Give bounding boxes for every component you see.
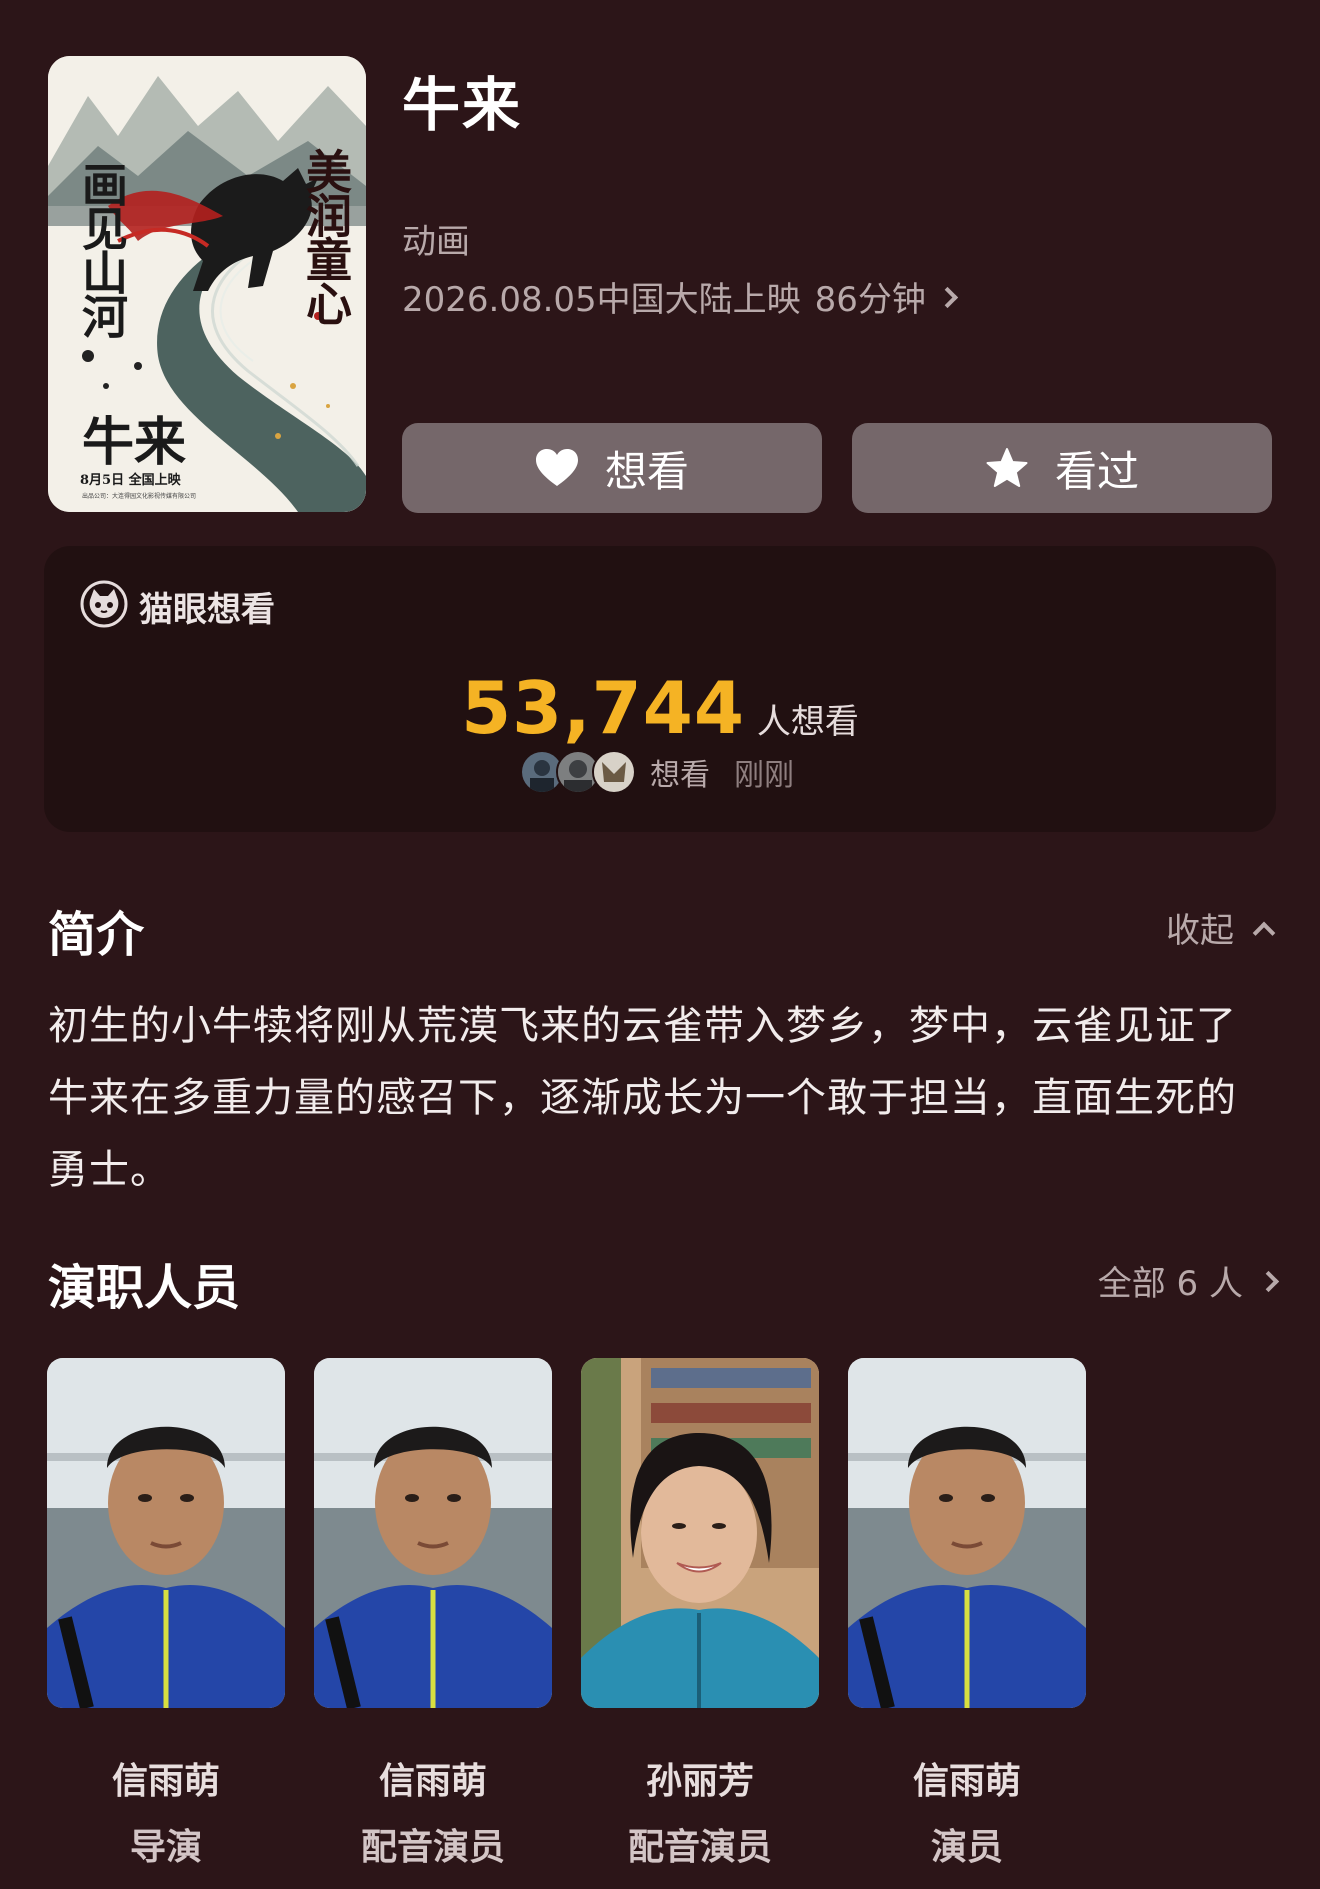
cast-member-photo bbox=[581, 1358, 819, 1708]
movie-genre: 动画 bbox=[402, 222, 470, 262]
movie-duration: 86分钟 bbox=[814, 280, 926, 320]
intro-text: 初生的小牛犊将刚从荒漠飞来的云雀带入梦乡，梦中，云雀见证了牛来在多重力量的感召下… bbox=[48, 1003, 1237, 1193]
release-date: 2026.08.05中国大陆上映 bbox=[402, 280, 801, 320]
cast-member-card[interactable]: 孙丽芳 配音演员 bbox=[581, 1358, 819, 1870]
watched-label: 看过 bbox=[1054, 446, 1139, 496]
avatar bbox=[592, 750, 636, 794]
cast-member-card[interactable]: 信雨萌 演员 bbox=[848, 1358, 1086, 1870]
cast-member-name: 信雨萌 bbox=[912, 1761, 1021, 1802]
recent-activity: 想看 刚刚 bbox=[520, 750, 794, 794]
intro-section-title: 简介 bbox=[48, 907, 145, 963]
collapse-label: 收起 bbox=[1166, 911, 1234, 951]
star-icon bbox=[986, 448, 1028, 487]
chevron-right-icon bbox=[1257, 1270, 1280, 1293]
poster-right-caption: 美润童心 bbox=[299, 148, 353, 324]
poster-credit: 出品公司：大连得园文化影视传媒有限公司 bbox=[82, 493, 197, 500]
cast-member-name: 孙丽芳 bbox=[645, 1761, 754, 1802]
chevron-up-icon bbox=[1252, 921, 1276, 944]
want-count-row: 53,744 人想看 bbox=[44, 666, 1276, 750]
cast-member-name: 信雨萌 bbox=[378, 1761, 487, 1802]
heart-icon bbox=[535, 449, 578, 486]
poster-release-date: 8月5日 全国上映 bbox=[80, 473, 181, 488]
cast-member-photo bbox=[47, 1358, 285, 1708]
cast-member-card[interactable]: 信雨萌 配音演员 bbox=[314, 1358, 552, 1870]
all-cast-label: 全部 6 人 bbox=[1097, 1264, 1243, 1304]
watched-button[interactable]: 看过 bbox=[852, 423, 1272, 513]
cast-member-role: 配音演员 bbox=[360, 1827, 505, 1868]
cast-member-photo bbox=[848, 1358, 1086, 1708]
maoyan-cat-icon bbox=[80, 580, 128, 628]
cast-member-name: 信雨萌 bbox=[111, 1761, 220, 1802]
cast-member-card[interactable]: 信雨萌 导演 bbox=[47, 1358, 285, 1870]
want-to-watch-button[interactable]: 想看 bbox=[402, 423, 822, 513]
want-count: 53,744 bbox=[461, 666, 745, 750]
all-cast-link[interactable]: 全部 6 人 bbox=[1097, 1256, 1280, 1305]
collapse-intro-button[interactable]: 收起 bbox=[1166, 903, 1276, 952]
release-info-link[interactable]: 2026.08.05中国大陆上映 86分钟 bbox=[402, 272, 959, 321]
recent-action: 想看 bbox=[650, 758, 710, 793]
cast-member-role: 导演 bbox=[129, 1827, 202, 1868]
cast-member-role: 演员 bbox=[930, 1827, 1003, 1868]
recent-user-avatars bbox=[520, 750, 636, 794]
want-count-unit: 人想看 bbox=[756, 702, 859, 742]
cast-member-role: 配音演员 bbox=[627, 1827, 772, 1868]
want-to-watch-card: 猫眼想看 53,744 人想看 想看 刚刚 bbox=[44, 546, 1276, 832]
maoyan-want-label: 猫眼想看 bbox=[139, 590, 275, 630]
poster-title: 牛来 bbox=[82, 412, 187, 473]
chevron-right-icon bbox=[936, 286, 959, 309]
recent-time: 刚刚 bbox=[734, 758, 794, 793]
poster-left-caption: 画见山河 bbox=[75, 161, 129, 337]
want-to-watch-label: 想看 bbox=[604, 446, 689, 496]
movie-title: 牛来 bbox=[402, 71, 523, 139]
cast-section-title: 演职人员 bbox=[48, 1260, 241, 1316]
movie-poster[interactable]: 画见山河 美润童心 牛来 8月5日 全国上映 出品公司：大连得园文化影视传媒有限… bbox=[48, 56, 366, 512]
cast-member-photo bbox=[314, 1358, 552, 1708]
